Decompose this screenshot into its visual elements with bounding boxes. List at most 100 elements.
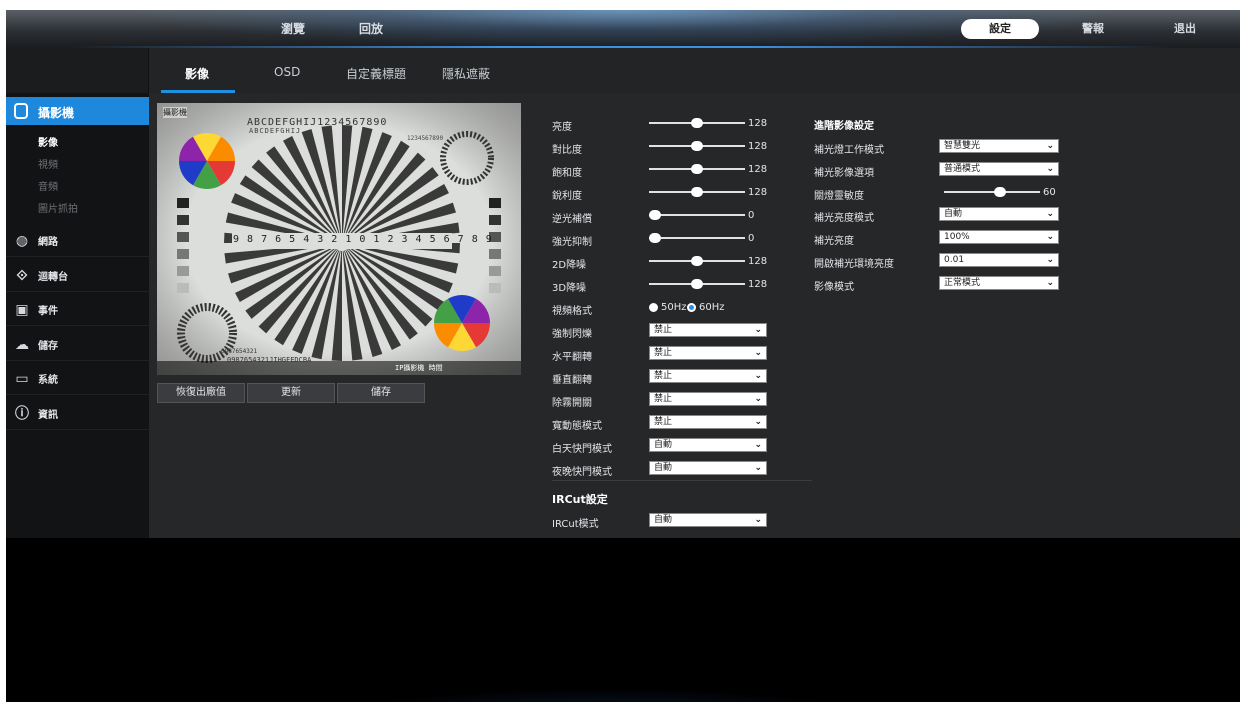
- light-sensitivity-value: 60: [1043, 187, 1056, 198]
- ircut-mode-select-value: 自動: [654, 515, 673, 525]
- color-wheel-bottom-right: [434, 295, 490, 351]
- sidebar-item-info[interactable]: ⓘ 資訊: [6, 398, 149, 430]
- chart-text-row3: 1234567890: [407, 135, 444, 142]
- chevron-down-icon: ⌄: [754, 515, 762, 525]
- light-sensitivity-slider[interactable]: [944, 187, 1040, 197]
- mirror-h-select-value: 禁止: [654, 348, 673, 358]
- refresh-button[interactable]: 更新: [247, 383, 335, 403]
- ircut-section-title: IRCut設定: [552, 493, 608, 506]
- wdr-select[interactable]: 禁止 ⌄: [649, 415, 767, 429]
- tab-custom-title[interactable]: 自定義標題: [346, 65, 406, 82]
- dnr3d-slider[interactable]: [649, 279, 745, 289]
- nav-browse[interactable]: 瀏覽: [281, 20, 305, 37]
- fill-env-brightness-select-value: 0.01: [944, 255, 965, 265]
- dnr2d-slider[interactable]: [649, 256, 745, 266]
- nav-alarm[interactable]: 警報: [1082, 20, 1104, 36]
- dnr3d-value: 128: [748, 279, 768, 290]
- brightness-slider[interactable]: [649, 118, 745, 128]
- night-shutter-select[interactable]: 自動 ⌄: [649, 461, 767, 475]
- sidebar-item-network[interactable]: ◍ 網路: [6, 225, 149, 257]
- defog-select[interactable]: 禁止 ⌄: [649, 392, 767, 406]
- fill-brightness-mode-select[interactable]: 自動 ⌄: [939, 207, 1059, 221]
- chevron-down-icon: ⌄: [754, 463, 762, 473]
- day-shutter-select[interactable]: 自動 ⌄: [649, 438, 767, 452]
- sharpness-label: 銳利度: [552, 191, 582, 202]
- fill-mode-label: 補光燈工作模式: [814, 145, 884, 156]
- nav-playback[interactable]: 回放: [359, 20, 383, 37]
- flicker-select[interactable]: 禁止 ⌄: [649, 323, 767, 337]
- tab-privacy-mask[interactable]: 隱私遮蔽: [442, 65, 490, 82]
- monitor-icon: ▭: [15, 371, 29, 387]
- sidebar-item-label: 攝影機: [38, 106, 75, 120]
- fill-mode-select[interactable]: 智慧雙光 ⌄: [939, 139, 1059, 153]
- camera-icon: [14, 103, 28, 119]
- factory-reset-button[interactable]: 恢復出廠值: [157, 383, 245, 403]
- tab-image[interactable]: 影像: [185, 65, 209, 82]
- sidebar-item-storage[interactable]: ☁ 儲存: [6, 329, 149, 361]
- ircut-mode-label: IRCut模式: [552, 519, 599, 530]
- save-button[interactable]: 儲存: [337, 383, 425, 403]
- contrast-value: 128: [748, 141, 768, 152]
- tab-osd[interactable]: OSD: [274, 65, 300, 79]
- sidebar-item-label: 事件: [38, 306, 58, 317]
- info-icon: ⓘ: [15, 406, 29, 422]
- fill-mode-select-value: 智慧雙光: [944, 141, 981, 151]
- light-sensitivity-label: 關燈靈敏度: [814, 191, 864, 202]
- brightness-label: 亮度: [552, 122, 572, 133]
- app-window: 瀏覽 回放 設定 警報 退出 影像 OSD 自定義標題 隱私遮蔽 攝影機 影像 …: [6, 10, 1240, 702]
- mirror-h-select[interactable]: 禁止 ⌄: [649, 346, 767, 360]
- sidebar-item-event[interactable]: ▣ 事件: [6, 294, 149, 326]
- blc-label: 逆光補償: [552, 214, 592, 225]
- fill-image-select[interactable]: 普通模式 ⌄: [939, 162, 1059, 176]
- color-wheel-top-left: [179, 133, 235, 189]
- chevron-down-icon: ⌄: [1046, 209, 1054, 219]
- chevron-down-icon: ⌄: [1046, 232, 1054, 242]
- flicker-label: 強制閃爍: [552, 329, 592, 340]
- sidebar-item-label: 系統: [38, 375, 58, 386]
- contrast-slider[interactable]: [649, 141, 745, 151]
- radio-50hz[interactable]: [649, 303, 658, 312]
- nav-logout[interactable]: 退出: [1174, 20, 1196, 36]
- saturation-slider[interactable]: [649, 164, 745, 174]
- dnr3d-label: 3D降噪: [552, 283, 587, 294]
- radio-60hz[interactable]: [687, 303, 696, 312]
- defog-select-value: 禁止: [654, 394, 673, 404]
- chart-text-row2: ABCDEFGHIJ: [249, 127, 302, 135]
- section-divider: [552, 480, 812, 481]
- bottom-area: [6, 538, 1240, 702]
- image-mode-select-value: 正常模式: [944, 278, 981, 288]
- night-shutter-label: 夜晚快門模式: [552, 467, 612, 478]
- sidebar-sub-snapshot[interactable]: 圖片抓拍: [38, 200, 78, 215]
- blc-slider[interactable]: [649, 210, 745, 220]
- mirror-v-select[interactable]: 禁止 ⌄: [649, 369, 767, 383]
- fill-brightness-label: 補光亮度: [814, 236, 854, 247]
- bottom-glow: [306, 688, 906, 702]
- radio-50hz-label: 50Hz: [661, 302, 687, 313]
- hlc-slider[interactable]: [649, 233, 745, 243]
- sidebar-item-camera[interactable]: 攝影機: [6, 97, 149, 125]
- sidebar-item-label: 迴轉台: [38, 272, 68, 283]
- video-preview: 攝影機 ABCDEFGHIJ1234567890 ABCDEFGHIJ 1234…: [157, 103, 521, 375]
- sidebar-item-system[interactable]: ▭ 系統: [6, 363, 149, 395]
- sharpness-slider[interactable]: [649, 187, 745, 197]
- image-mode-label: 影像模式: [814, 282, 854, 293]
- sidebar-sub-video[interactable]: 視頻: [38, 156, 58, 171]
- chevron-down-icon: ⌄: [754, 417, 762, 427]
- nav-settings-button[interactable]: 設定: [961, 19, 1039, 39]
- fill-env-brightness-select[interactable]: 0.01 ⌄: [939, 253, 1059, 267]
- fill-brightness-select[interactable]: 100% ⌄: [939, 230, 1059, 244]
- fill-env-brightness-label: 開啟補光環境亮度: [814, 259, 894, 270]
- sidebar-item-ptz[interactable]: ⟐ 迴轉台: [6, 260, 149, 292]
- ircut-mode-select[interactable]: 自動 ⌄: [649, 513, 767, 527]
- chevron-down-icon: ⌄: [754, 325, 762, 335]
- saturation-label: 飽和度: [552, 168, 582, 179]
- night-shutter-select-value: 自動: [654, 463, 673, 473]
- brightness-value: 128: [748, 118, 768, 129]
- chevron-down-icon: ⌄: [754, 394, 762, 404]
- sidebar-sub-image[interactable]: 影像: [38, 134, 58, 149]
- sidebar-header: [6, 48, 149, 93]
- sidebar-sub-audio[interactable]: 音頻: [38, 178, 58, 193]
- ptz-icon: ⟐: [16, 268, 28, 284]
- chevron-down-icon: ⌄: [1046, 141, 1054, 151]
- image-mode-select[interactable]: 正常模式 ⌄: [939, 276, 1059, 290]
